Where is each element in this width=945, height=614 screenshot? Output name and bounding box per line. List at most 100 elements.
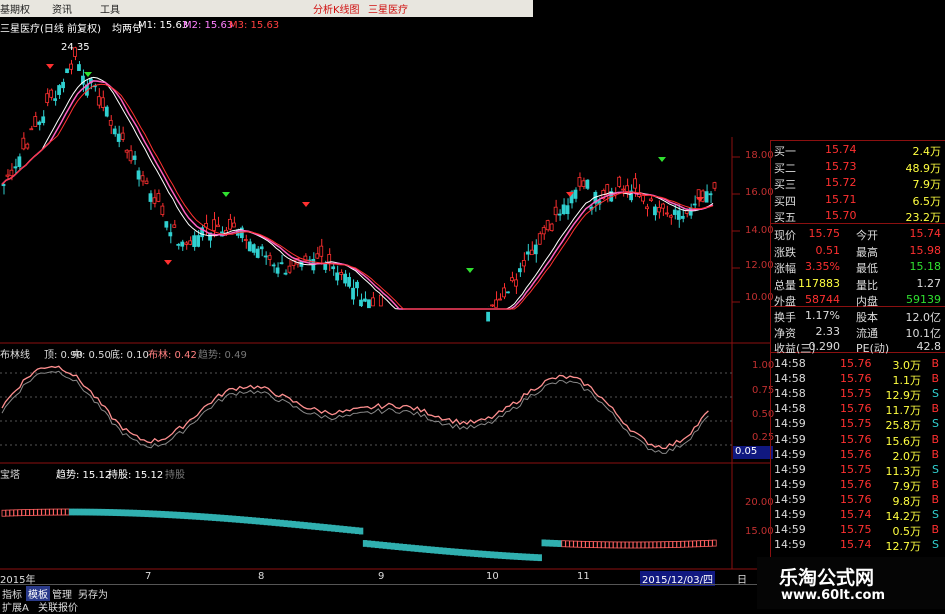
bao-block bbox=[319, 523, 324, 531]
tick-volume: 12.7万 bbox=[885, 540, 922, 554]
menu-item-news[interactable]: 资讯 bbox=[52, 1, 72, 16]
bao-block bbox=[212, 514, 217, 521]
tick-side: B bbox=[931, 492, 939, 506]
candle-body bbox=[180, 241, 185, 247]
candle-body bbox=[283, 272, 288, 275]
candle-body bbox=[243, 239, 248, 241]
bao-block bbox=[148, 510, 153, 518]
tick-row: 14:59 15.76 15.6万 B bbox=[770, 432, 945, 448]
bao-block bbox=[21, 509, 26, 517]
menu-alert-analysis[interactable]: 分析K线图 bbox=[313, 1, 360, 16]
candle-body bbox=[108, 119, 113, 126]
bid-label: 买一 bbox=[774, 145, 796, 158]
bao-block bbox=[474, 550, 479, 558]
tab-related-quote[interactable]: 关联报价 bbox=[38, 599, 78, 614]
candle-body bbox=[136, 170, 141, 180]
candle-body bbox=[347, 277, 351, 287]
tick-price: 15.75 bbox=[840, 462, 872, 476]
bao-block bbox=[656, 541, 662, 549]
x-label: 10 bbox=[486, 571, 499, 582]
candle-body bbox=[617, 176, 622, 187]
stat-key: 总量 bbox=[774, 278, 796, 292]
tick-row: 14:59 15.75 25.8万 S bbox=[770, 416, 945, 432]
bao-block bbox=[267, 518, 272, 526]
bao-block bbox=[200, 513, 205, 521]
bao-block bbox=[620, 541, 626, 549]
bao-block bbox=[589, 541, 594, 548]
candle-body bbox=[331, 266, 336, 270]
stat-row: 外盘 58744 内盘 59139 bbox=[770, 292, 945, 308]
stat-value: 3.35% bbox=[805, 260, 840, 273]
signal-arrow-icon bbox=[164, 260, 172, 265]
bid-row[interactable]: 买五 15.70 23.2万 bbox=[770, 208, 945, 224]
candle-body bbox=[120, 132, 125, 140]
bao-block bbox=[632, 541, 638, 549]
x-label: 7 bbox=[145, 571, 152, 582]
candle-body bbox=[65, 68, 69, 74]
candle-body bbox=[359, 299, 363, 307]
tab-save-as[interactable]: 另存为 bbox=[78, 586, 108, 601]
menu-alert-stock[interactable]: 三星医疗 bbox=[368, 1, 408, 16]
candle-body bbox=[676, 210, 681, 220]
bao-block bbox=[505, 552, 511, 560]
bao-block bbox=[549, 539, 554, 547]
bao-block bbox=[450, 548, 455, 556]
candle-body bbox=[184, 242, 189, 245]
bao-block bbox=[394, 543, 400, 550]
bao-block bbox=[569, 540, 574, 548]
bao-block bbox=[25, 509, 30, 516]
stat-value: 15.74 bbox=[909, 227, 942, 240]
bao-block bbox=[323, 524, 328, 531]
bao-block bbox=[196, 513, 201, 520]
bao-block bbox=[434, 546, 439, 554]
bid-row[interactable]: 买二 15.73 48.9万 bbox=[770, 159, 945, 175]
fund-value: 1.17% bbox=[805, 309, 840, 322]
bao-block bbox=[144, 510, 149, 518]
bid-price: 15.74 bbox=[825, 143, 857, 156]
tick-side: S bbox=[932, 387, 939, 401]
candle-body bbox=[25, 143, 30, 149]
menu-item-tools[interactable]: 工具 bbox=[100, 1, 120, 16]
tab-extend[interactable]: 扩展A bbox=[2, 599, 29, 614]
candle-body bbox=[271, 264, 276, 267]
bao-block bbox=[398, 543, 403, 551]
bid-volume: 2.4万 bbox=[912, 145, 942, 158]
candle-body bbox=[104, 106, 109, 117]
menu-item-period[interactable]: 基期权 bbox=[0, 1, 30, 16]
bao-block bbox=[362, 540, 368, 547]
candle-body bbox=[21, 137, 26, 150]
bao-block bbox=[92, 508, 98, 516]
candle-body bbox=[573, 189, 578, 199]
tick-price: 15.76 bbox=[840, 432, 872, 446]
candle-body bbox=[545, 220, 550, 231]
bao-block bbox=[128, 509, 134, 517]
candle-body bbox=[581, 180, 586, 187]
bao-block bbox=[521, 553, 527, 561]
stat-value: 0.51 bbox=[815, 243, 841, 257]
candle-body bbox=[196, 235, 201, 247]
bao-block bbox=[231, 515, 237, 523]
bao-block bbox=[84, 508, 90, 516]
bao-block bbox=[601, 541, 606, 549]
candle-body bbox=[168, 232, 173, 237]
bao-block bbox=[65, 508, 70, 516]
bao-block bbox=[688, 540, 693, 548]
bao-block bbox=[644, 541, 650, 549]
candle-body bbox=[267, 255, 272, 260]
tick-time: 14:59 bbox=[774, 447, 806, 461]
candle-body bbox=[228, 218, 232, 230]
bid-row[interactable]: 买一 15.74 2.4万 bbox=[770, 142, 945, 158]
bid-price: 15.73 bbox=[825, 159, 857, 173]
bao-block bbox=[41, 508, 46, 516]
bid-row[interactable]: 买三 15.72 7.9万 bbox=[770, 175, 945, 191]
bao-block bbox=[501, 552, 507, 560]
candle-body bbox=[335, 272, 340, 281]
kline-chart[interactable] bbox=[0, 17, 770, 570]
bid-row[interactable]: 买四 15.71 6.5万 bbox=[770, 192, 945, 208]
candle-body bbox=[323, 263, 328, 270]
bao-block bbox=[263, 518, 269, 526]
candle-body bbox=[355, 281, 359, 289]
bao-block bbox=[529, 553, 535, 561]
stat-value: 15.18 bbox=[909, 260, 942, 273]
candle-body bbox=[645, 206, 649, 210]
